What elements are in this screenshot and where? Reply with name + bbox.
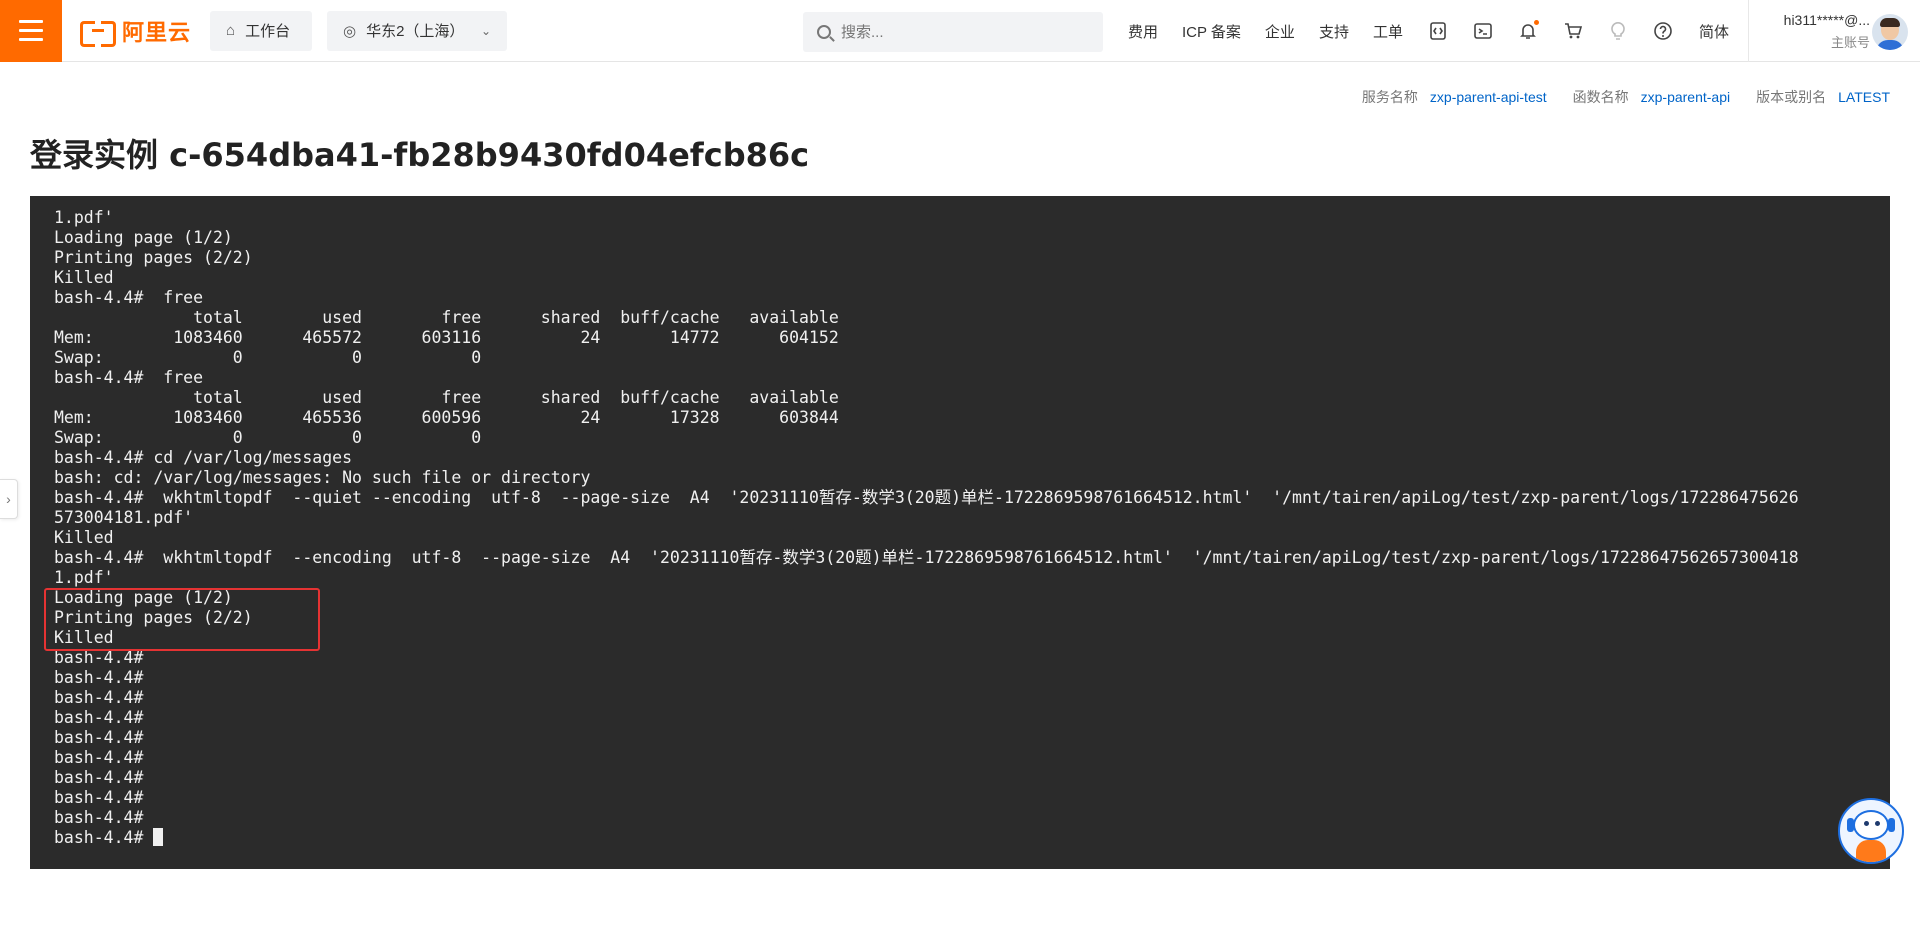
terminal-line: bash-4.4#: [54, 708, 144, 727]
function-name-link[interactable]: zxp-parent-api: [1641, 89, 1731, 105]
page-title: 登录实例 c-654dba41-fb28b9430fd04efcb86c: [30, 136, 810, 174]
notification-dot: [1533, 20, 1539, 25]
menu-bar-icon: [19, 38, 43, 41]
top-nav-links: 费用 ICP 备案 企业 支持 工单 简体: [1128, 0, 1729, 62]
help-icon[interactable]: [1652, 20, 1674, 42]
terminal-line: 573004181.pdf': [54, 508, 194, 527]
ai-assistant-button[interactable]: [1838, 798, 1904, 864]
aliyun-logo[interactable]: 阿里云: [80, 15, 198, 47]
workbench-button[interactable]: ⌂ 工作台: [210, 10, 312, 51]
terminal-line: bash-4.4#: [54, 768, 144, 787]
search-input[interactable]: [841, 23, 1081, 41]
menu-bar-icon: [19, 20, 43, 23]
service-name-label: 服务名称: [1361, 89, 1418, 105]
terminal-line: Loading page (1/2): [54, 228, 233, 247]
terminal-line: Printing pages (2/2): [54, 248, 253, 267]
terminal-line: bash-4.4# wkhtmltopdf --encoding utf-8 -…: [54, 548, 1799, 567]
workbench-label: 工作台: [245, 23, 291, 40]
terminal-line: bash: cd: /var/log/messages: No such fil…: [54, 468, 591, 487]
terminal-line: Mem: 1083460 465572 603116 24 14772 6041…: [54, 328, 839, 347]
cart-icon[interactable]: [1562, 20, 1584, 42]
code-icon[interactable]: [1427, 20, 1449, 42]
logo-text: 阿里云: [122, 20, 192, 46]
terminal-line: bash-4.4#: [54, 788, 144, 807]
region-label: 华东2（上海）: [366, 23, 465, 40]
terminal-line: bash-4.4#: [54, 808, 144, 827]
terminal-line: bash-4.4#: [54, 728, 144, 747]
terminal-line: bash-4.4#: [54, 688, 144, 707]
account-role: 主账号: [1830, 35, 1870, 50]
terminal-output: 1.pdf' Loading page (1/2) Printing pages (…: [54, 208, 1799, 848]
terminal-line: bash-4.4#: [54, 668, 144, 687]
highlight-annotation-box: [44, 588, 320, 651]
nav-link-enterprise[interactable]: 企业: [1265, 21, 1295, 42]
side-panel-toggle[interactable]: ›: [0, 479, 18, 519]
function-name-label: 函数名称: [1572, 89, 1629, 105]
chevron-right-icon: ›: [6, 491, 11, 507]
terminal-line: bash-4.4# cd /var/log/messages: [54, 448, 353, 467]
aliyun-logo-icon: [80, 20, 116, 47]
nav-link-support[interactable]: 支持: [1319, 21, 1349, 42]
service-name-link[interactable]: zxp-parent-api-test: [1430, 89, 1547, 105]
terminal-line: bash-4.4# wkhtmltopdf --quiet --encoding…: [54, 488, 1799, 507]
version-label: 版本或别名: [1756, 89, 1827, 105]
terminal-icon[interactable]: [1472, 20, 1494, 42]
account-menu[interactable]: hi311*****@... 主账号: [1760, 12, 1870, 51]
menu-bar-icon: [19, 29, 43, 32]
region-selector[interactable]: ◎ 华东2（上海） ⌄: [327, 10, 507, 51]
terminal-line: 1.pdf': [54, 208, 114, 227]
account-divider: [1748, 0, 1749, 62]
hamburger-menu-button[interactable]: [0, 0, 62, 62]
terminal-line: bash-4.4#: [54, 748, 144, 767]
terminal-line: total used free shared buff/cache availa…: [54, 388, 839, 407]
instance-meta-row: 服务名称 zxp-parent-api-test 函数名称 zxp-parent…: [1362, 87, 1890, 107]
robot-assistant-icon: [1853, 810, 1889, 840]
terminal-line: bash-4.4# free: [54, 368, 204, 387]
search-box[interactable]: [803, 12, 1103, 52]
home-icon: ⌂: [226, 22, 236, 39]
chevron-down-icon: ⌄: [480, 23, 491, 38]
terminal-line: 1.pdf': [54, 568, 114, 587]
bell-icon[interactable]: [1517, 20, 1539, 42]
lightbulb-icon[interactable]: [1607, 20, 1629, 42]
nav-link-tickets[interactable]: 工单: [1373, 21, 1403, 42]
terminal-line: Killed: [54, 528, 114, 547]
account-email: hi311*****@...: [1783, 12, 1870, 28]
terminal-line: total used free shared buff/cache availa…: [54, 308, 839, 327]
search-icon: [817, 25, 831, 39]
avatar[interactable]: [1872, 14, 1908, 50]
terminal-line: bash-4.4#: [54, 648, 144, 667]
terminal-line: Killed: [54, 268, 114, 287]
language-switch[interactable]: 简体: [1699, 21, 1729, 42]
terminal-line: bash-4.4#: [54, 828, 1799, 848]
nav-link-billing[interactable]: 费用: [1128, 21, 1158, 42]
terminal-line: Mem: 1083460 465536 600596 24 17328 6038…: [54, 408, 839, 427]
terminal-line: Swap: 0 0 0: [54, 428, 482, 447]
terminal-line: Swap: 0 0 0: [54, 348, 482, 367]
location-pin-icon: ◎: [343, 22, 357, 40]
terminal-cursor: [153, 828, 164, 846]
terminal-line: bash-4.4# free: [54, 288, 204, 307]
terminal-window[interactable]: 1.pdf' Loading page (1/2) Printing pages (…: [30, 196, 1890, 869]
version-link[interactable]: LATEST: [1838, 89, 1890, 105]
nav-link-icp[interactable]: ICP 备案: [1182, 21, 1241, 42]
